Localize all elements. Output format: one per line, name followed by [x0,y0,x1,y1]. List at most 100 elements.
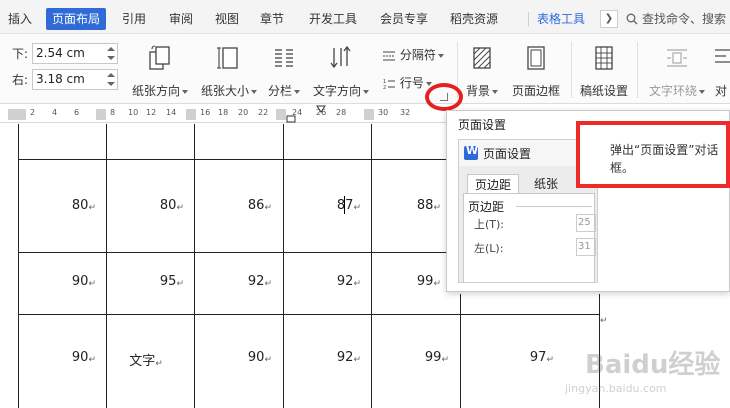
tooltip-title: 页面设置 [458,118,507,132]
tab-separator [528,12,529,26]
ruler-number: 16 [200,108,211,117]
watermark-url: jingyan.baidu.com [565,382,667,395]
table-border [18,124,19,408]
tab-references[interactable]: 引用 [122,9,146,29]
ruler-number: 10 [128,108,139,117]
right-margin-spinner[interactable] [107,72,115,87]
tab-member[interactable]: 会员专享 [380,9,428,29]
ribbon-tab-bar: 插入 页面布局 引用 审阅 视图 章节 开发工具 会员专享 稻壳资源 表格工具 … [0,0,730,34]
breaks-button[interactable]: 分隔符 [382,46,444,63]
tab-page-layout[interactable]: 页面布局 [46,8,107,30]
tab-chapter[interactable]: 章节 [260,9,284,29]
right-margin-value: 3.18 cm [36,72,85,86]
ruler-left-margin [8,109,26,120]
table-border [460,294,461,408]
table-cell[interactable]: 92↵ [196,274,272,289]
paper-size-label: 纸张大小 [197,82,261,99]
table-border [371,124,372,408]
line-numbers-button[interactable]: 12 行号 [382,74,432,91]
table-cell[interactable]: 86↵ [196,198,272,213]
ribbon-separator [637,42,638,98]
page-break-icon [383,51,395,60]
ruler-number: 30 [378,108,389,117]
preview-field-left: 左(L): [474,242,504,255]
svg-text:2: 2 [383,85,386,90]
first-line-indent-icon[interactable] [316,105,326,113]
ribbon-separator [571,42,572,98]
table-cell[interactable]: 80↵ [108,198,184,213]
preview-dialog-title: 页面设置 [483,147,532,161]
columns-icon [275,49,293,67]
ruler-number: 6 [74,108,80,117]
table-cell[interactable]: 文字↵ [108,350,184,369]
preview-field-top: 上(T): [474,218,505,231]
table-cell[interactable]: 95↵ [108,274,184,289]
table-cell[interactable]: 80↵ [20,198,96,213]
columns-label: 分栏 [264,82,304,99]
right-margin-input[interactable]: 3.18 cm [32,69,118,90]
tab-review[interactable]: 审阅 [169,9,193,29]
columns-button[interactable]: 分栏 [264,44,304,100]
tab-daoke[interactable]: 稻壳资源 [450,9,498,29]
paper-size-icon [217,47,238,69]
align-button[interactable]: 对 [712,44,730,100]
preview-dialog-body: 页边距 上(T): 25 左(L): 31 [463,193,596,282]
text-direction-label: 文字方向 [310,82,372,99]
ruler-number: 22 [258,108,269,117]
ruler-number: 4 [52,108,58,117]
text-wrap-icon [667,49,687,67]
text-wrap-button[interactable]: 文字环绕 [644,44,710,100]
horizontal-ruler[interactable]: 2 4 6 8 10 12 14 16 18 20 22 24 26 28 30… [0,105,447,123]
tab-insert[interactable]: 插入 [8,9,32,29]
table-border [194,124,195,408]
draft-paper-label: 稿纸设置 [579,84,628,98]
orientation-label: 纸张方向 [128,82,192,99]
tabs-more-button[interactable]: ❯ [600,10,618,28]
wps-writer-icon [464,144,478,160]
table-cell[interactable]: 99↵ [373,274,441,289]
tooltip-description: 弹出“页面设置”对话框。 [610,143,719,175]
ruler-number: 32 [400,108,411,117]
table-cell[interactable]: 92↵ [285,350,361,365]
tab-developer[interactable]: 开发工具 [309,9,357,29]
page-border-icon [527,46,545,70]
table-border [106,124,107,408]
search-label: 查找命令、搜索 [642,12,727,26]
right-margin-label: 右: [12,73,29,87]
paper-size-button[interactable]: 纸张大小 [197,44,261,100]
command-search[interactable]: 查找命令、搜索 [626,9,730,29]
table-cell[interactable]: 88↵ [373,198,441,213]
table-cell[interactable]: 90↵ [20,350,96,365]
draft-paper-button[interactable]: 稿纸设置 [576,44,632,100]
text-direction-icon [330,45,351,69]
indent-marker-icon[interactable] [286,115,296,123]
table-border [18,252,446,253]
table-cell[interactable]: 99↵ [373,350,449,365]
table-cell[interactable]: 90↵ [196,350,272,365]
tab-view[interactable]: 视图 [215,9,239,29]
annotation-circle [425,83,463,111]
background-button[interactable]: 背景 [462,44,502,100]
preview-field-left-value: 31 [576,238,596,256]
preview-divider [516,206,592,207]
orientation-button[interactable]: 纸张方向 [128,44,192,100]
table-cell[interactable]: 87↵ [285,198,361,213]
draft-paper-icon [595,46,613,70]
table-cell[interactable]: 92↵ [285,274,361,289]
tab-table-tools[interactable]: 表格工具 [537,9,585,29]
page-borders-button[interactable]: 页面边框 [506,44,566,100]
baidu-watermark: Baidu经验 jingyan.baidu.com [555,340,730,406]
ruler-number: 20 [238,108,249,117]
ruler-number: 2 [30,108,36,117]
table-border [283,124,284,408]
line-numbers-icon: 12 [383,79,395,91]
bottom-margin-input[interactable]: 2.54 cm [32,43,118,64]
bottom-margin-spinner[interactable] [107,46,115,61]
ruler-number: 14 [166,108,177,117]
table-border [18,314,600,315]
ribbon-toolbar: 下: 2.54 cm 右: 3.18 cm 纸张方向 纸张大小 分栏 文字方向 … [0,34,730,104]
table-cell[interactable]: 97↵ [462,350,554,365]
ruler-number: 28 [336,108,347,117]
table-cell[interactable]: 90↵ [20,274,96,289]
text-direction-button[interactable]: 文字方向 [310,44,372,100]
